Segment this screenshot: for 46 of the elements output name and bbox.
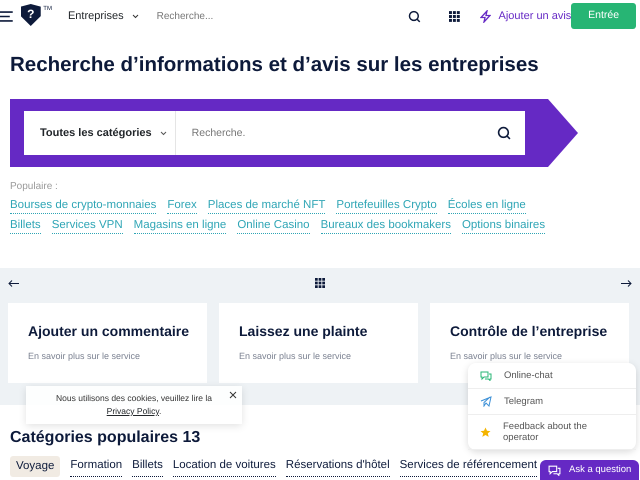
category-tab[interactable]: Services de référencement — [400, 455, 538, 478]
search-field[interactable]: Recherche. — [176, 111, 525, 155]
chat-bubbles-icon — [480, 370, 492, 380]
shield-logo[interactable]: ? — [20, 4, 41, 26]
card-title: Laissez une plainte — [239, 322, 368, 341]
cookie-text: Nous utilisons des cookies, veuillez lire la Privacy Policy. — [55, 392, 213, 418]
support-option[interactable]: Feedback about the operator — [468, 415, 636, 450]
menu-icon[interactable] — [0, 10, 13, 22]
ask-question-button[interactable]: Ask a question — [540, 460, 640, 480]
chevron-icon — [132, 14, 139, 18]
support-option[interactable]: Telegram — [468, 389, 636, 415]
option-label: Online-chat — [504, 370, 554, 381]
add-review-link[interactable]: Ajouter un avis — [480, 8, 572, 24]
page-title: Recherche d’informations et d’avis sur les entreprises — [9, 52, 540, 78]
card-subtitle: En savoir plus sur le service — [239, 350, 352, 363]
service-card[interactable]: Ajouter un commentaire En savoir plus sur le service — [8, 303, 207, 383]
category-tab[interactable]: Voyage — [10, 456, 60, 477]
arrow-left-icon[interactable] — [8, 280, 19, 286]
category-tab[interactable]: Location de voitures — [172, 455, 276, 478]
category-select[interactable]: Toutes les catégories — [24, 111, 176, 155]
category-tab[interactable]: Billets — [132, 455, 163, 478]
category-tab[interactable]: Réservations d'hôtel — [286, 455, 390, 478]
category-tab[interactable]: Formation — [70, 455, 122, 478]
grid-icon[interactable] — [315, 278, 325, 288]
card-subtitle: En savoir plus sur le service — [28, 350, 142, 363]
card-title: Contrôle de l’entreprise — [450, 322, 608, 341]
support-option[interactable]: Online-chat — [468, 363, 636, 389]
search-icon[interactable] — [497, 126, 511, 140]
card-title: Ajouter un commentaire — [28, 322, 190, 341]
card-subtitle: En savoir plus sur le service — [450, 350, 564, 363]
chevron-icon — [160, 130, 167, 136]
privacy-policy-link[interactable]: Privacy Policy — [106, 406, 159, 416]
popular-label: Populaire : — [10, 180, 59, 194]
grid-icon[interactable] — [448, 10, 460, 22]
category-dropdown[interactable]: Entreprises — [68, 8, 139, 24]
search-icon[interactable] — [408, 10, 421, 22]
chat-bubbles-icon — [548, 464, 561, 476]
option-label: Telegram — [504, 396, 544, 407]
option-label: Feedback about the operator — [503, 421, 588, 443]
section-heading: Catégories populaires 13 — [10, 429, 200, 447]
service-card[interactable]: Laissez une plainte En savoir plus sur le service — [219, 303, 418, 383]
close-icon[interactable] — [229, 391, 237, 399]
arrow-right-icon[interactable] — [621, 280, 632, 286]
paper-plane-icon — [480, 396, 492, 407]
lightning-icon — [480, 10, 491, 22]
star-icon — [480, 426, 491, 438]
